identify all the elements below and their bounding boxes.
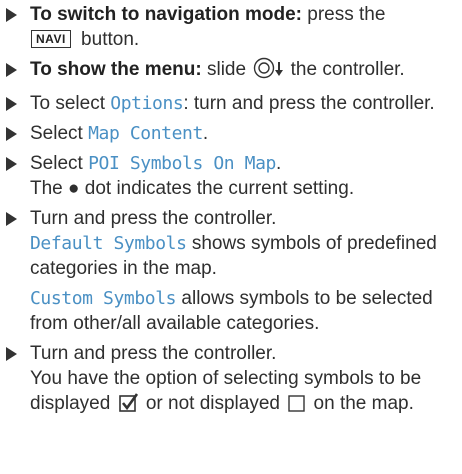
step-symbol-type: Turn and press the controller. Default Sy…: [5, 206, 456, 336]
step-text: To select Options: turn and press the co…: [30, 93, 435, 114]
checkbox-unchecked-icon: [288, 394, 305, 419]
step-poi-symbols: Select POI Symbols On Map. The ● dot indi…: [5, 151, 456, 201]
step-options: To select Options: turn and press the co…: [5, 91, 456, 116]
menu-item-poi-symbols-on-map: POI Symbols On Map: [88, 153, 276, 174]
bullet-arrow-icon: [6, 212, 17, 226]
step-text: Turn and press the controller. You have t…: [30, 341, 456, 419]
step-text: To show the menu: slide the controller.: [30, 57, 456, 86]
menu-item-options: Options: [110, 93, 184, 114]
option-custom-symbols: Custom Symbols: [30, 288, 177, 309]
bullet-arrow-icon: [6, 157, 17, 171]
step-text: Select Map Content.: [30, 123, 209, 144]
bullet-arrow-icon: [6, 97, 17, 111]
step-map-content: Select Map Content.: [5, 121, 456, 146]
step-subtext: Custom Symbols allows symbols to be sele…: [30, 288, 433, 334]
setting-note: The ● dot indicates the current setting.: [30, 178, 355, 199]
navi-key-icon: NAVI: [31, 30, 71, 48]
step-text: Select POI Symbols On Map. The ● dot indi…: [30, 153, 355, 199]
step-text: To switch to navigation mode: press the N…: [30, 4, 386, 50]
bullet-arrow-icon: [6, 127, 17, 141]
bullet-arrow-icon: [6, 8, 17, 22]
instruction-page: To switch to navigation mode: press the N…: [0, 0, 462, 419]
step-navi: To switch to navigation mode: press the N…: [5, 2, 456, 52]
option-default-symbols: Default Symbols: [30, 233, 187, 254]
controller-slide-down-icon: [253, 57, 285, 86]
bullet-arrow-icon: [6, 347, 17, 361]
bullet-arrow-icon: [6, 63, 17, 77]
step-select-symbols: Turn and press the controller. You have t…: [5, 341, 456, 419]
step-bold-label: To switch to navigation mode:: [30, 4, 302, 25]
step-text: Turn and press the controller. Default Sy…: [30, 208, 437, 279]
step-bold-label: To show the menu:: [30, 59, 202, 80]
checkbox-checked-icon: [118, 393, 138, 419]
menu-item-map-content: Map Content: [88, 123, 203, 144]
step-show-menu: To show the menu: slide the controller.: [5, 57, 456, 86]
